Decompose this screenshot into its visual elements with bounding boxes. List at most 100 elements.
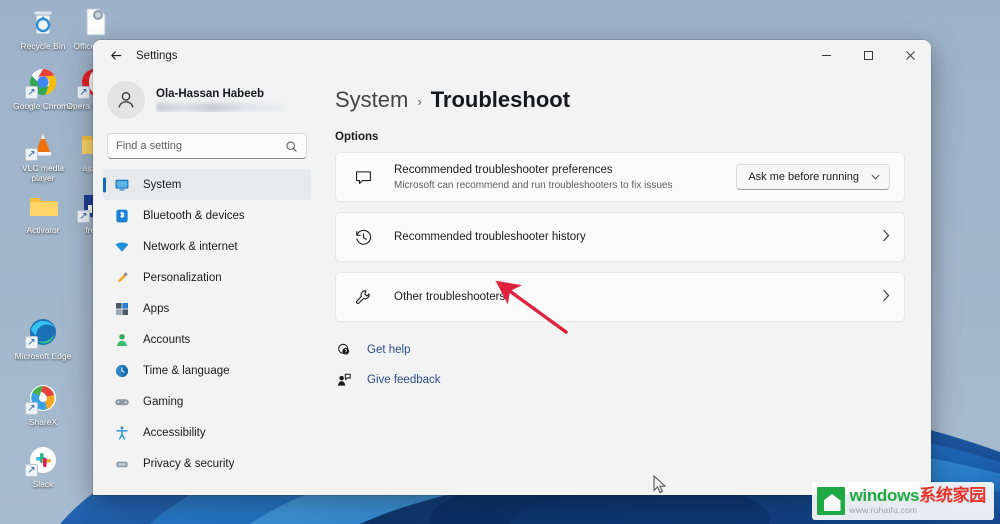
window-titlebar: Settings bbox=[93, 40, 931, 71]
sidebar-item-network-internet[interactable]: Network & internet bbox=[103, 231, 311, 262]
shortcut-arrow-icon: ↗ bbox=[25, 402, 38, 415]
sidebar-item-gaming[interactable]: Gaming bbox=[103, 386, 311, 417]
dropdown-value: Ask me before running bbox=[748, 171, 859, 183]
desktop-icon-label: ShareX bbox=[28, 417, 58, 427]
breadcrumb-parent[interactable]: System bbox=[335, 87, 408, 113]
watermark-logo-icon bbox=[816, 487, 845, 515]
card-subtitle: Microsoft can recommend and run troubles… bbox=[394, 179, 673, 191]
clock-globe-icon bbox=[113, 362, 131, 380]
monitor-icon bbox=[113, 176, 131, 194]
profile-name: Ola-Hassan Habeeb bbox=[156, 88, 265, 100]
shortcut-arrow-icon: ↗ bbox=[25, 336, 38, 349]
sidebar: Ola-Hassan Habeeb Find a setting System … bbox=[93, 71, 317, 495]
paintbrush-icon bbox=[113, 269, 131, 287]
profile-email-redacted bbox=[156, 103, 286, 112]
shortcut-arrow-icon: ↗ bbox=[25, 86, 38, 99]
minimize-button[interactable] bbox=[805, 40, 847, 71]
give-feedback-link[interactable]: Give feedback bbox=[335, 368, 905, 392]
desktop: Recycle Bin Office 2019 ↗ Google Chrome bbox=[0, 0, 1000, 524]
maximize-button[interactable] bbox=[847, 40, 889, 71]
search-box[interactable] bbox=[107, 133, 307, 159]
help-links: Get help Give feedback bbox=[335, 338, 905, 392]
watermark-url: www.ruhaifu.com bbox=[849, 505, 918, 516]
recommended-troubleshooter-preferences-dropdown[interactable]: Ask me before running bbox=[736, 164, 890, 190]
sidebar-item-label: System bbox=[143, 178, 182, 191]
chevron-right-icon bbox=[882, 229, 890, 245]
breadcrumb: System › Troubleshoot bbox=[335, 87, 905, 113]
settings-window: Settings Ola-Hassan Habeeb Find a settin… bbox=[93, 40, 931, 495]
folder-icon bbox=[27, 190, 59, 222]
chevron-right-icon bbox=[882, 289, 890, 305]
sidebar-item-label: Gaming bbox=[143, 395, 184, 408]
sidebar-item-personalization[interactable]: Personalization bbox=[103, 262, 311, 293]
window-body: Ola-Hassan Habeeb Find a setting System … bbox=[93, 71, 931, 495]
search-icon bbox=[286, 140, 297, 152]
microsoft-edge-icon: ↗ bbox=[25, 316, 59, 349]
desktop-icon-label: Slack bbox=[32, 479, 54, 489]
sidebar-item-privacy-security[interactable]: Privacy & security bbox=[103, 448, 311, 479]
window-title: Settings bbox=[136, 49, 178, 62]
shield-lock-icon bbox=[113, 455, 131, 473]
wrench-icon bbox=[352, 286, 374, 308]
apps-icon bbox=[113, 300, 131, 318]
sidebar-item-label: Network & internet bbox=[143, 240, 238, 253]
shortcut-arrow-icon: ↗ bbox=[77, 210, 90, 223]
recycle-bin-icon bbox=[27, 6, 59, 38]
card-recommended-troubleshooter-preferences[interactable]: Recommended troubleshooter preferences M… bbox=[335, 152, 905, 202]
back-button[interactable] bbox=[101, 44, 131, 68]
watermark: windows系统家园 www.ruhaifu.com bbox=[811, 482, 994, 520]
card-title: Recommended troubleshooter history bbox=[394, 231, 586, 243]
desktop-icon-label: Microsoft Edge bbox=[14, 351, 72, 361]
watermark-brand-cn: 系统家园 bbox=[919, 486, 986, 506]
shortcut-arrow-icon: ↗ bbox=[77, 86, 90, 99]
content-pane: System › Troubleshoot Options Recommende… bbox=[317, 71, 931, 495]
user-profile[interactable]: Ola-Hassan Habeeb bbox=[103, 71, 311, 127]
shortcut-arrow-icon: ↗ bbox=[25, 148, 38, 161]
search-input[interactable] bbox=[116, 140, 285, 152]
get-help-icon bbox=[335, 341, 353, 359]
window-controls bbox=[805, 40, 931, 71]
sidebar-item-apps[interactable]: Apps bbox=[103, 293, 311, 324]
sidebar-item-bluetooth-devices[interactable]: Bluetooth & devices bbox=[103, 200, 311, 231]
desktop-icon-microsoft-edge[interactable]: ↗ Microsoft Edge bbox=[10, 316, 76, 361]
accessibility-icon bbox=[113, 424, 131, 442]
office-document-icon bbox=[79, 6, 111, 38]
get-help-link[interactable]: Get help bbox=[335, 338, 905, 362]
sidebar-item-label: Accessibility bbox=[143, 426, 206, 439]
person-icon bbox=[113, 331, 131, 349]
link-label: Get help bbox=[367, 344, 411, 356]
sharex-icon: ↗ bbox=[25, 382, 59, 415]
desktop-icon-slack[interactable]: ↗ Slack bbox=[10, 444, 76, 489]
card-title: Other troubleshooters bbox=[394, 291, 506, 303]
sidebar-item-accessibility[interactable]: Accessibility bbox=[103, 417, 311, 448]
watermark-brand-en: windows bbox=[849, 486, 920, 506]
bluetooth-icon bbox=[113, 207, 131, 225]
slack-icon: ↗ bbox=[25, 444, 59, 477]
give-feedback-icon bbox=[335, 371, 353, 389]
close-button[interactable] bbox=[889, 40, 931, 71]
chevron-down-icon bbox=[871, 172, 880, 182]
gamepad-icon bbox=[113, 393, 131, 411]
sidebar-item-label: Bluetooth & devices bbox=[143, 209, 245, 222]
sidebar-item-time-language[interactable]: Time & language bbox=[103, 355, 311, 386]
page-title: Troubleshoot bbox=[430, 87, 571, 112]
sidebar-item-label: Privacy & security bbox=[143, 457, 235, 470]
sidebar-item-label: Accounts bbox=[143, 333, 191, 346]
sidebar-item-label: Apps bbox=[143, 302, 170, 315]
shortcut-arrow-icon: ↗ bbox=[25, 464, 38, 477]
google-chrome-icon: ↗ bbox=[25, 66, 59, 99]
section-label: Options bbox=[335, 131, 379, 143]
sidebar-item-label: Personalization bbox=[143, 271, 222, 284]
history-clock-icon bbox=[352, 226, 374, 248]
avatar bbox=[107, 81, 145, 119]
breadcrumb-separator-icon: › bbox=[417, 93, 422, 109]
card-other-troubleshooters[interactable]: Other troubleshooters bbox=[335, 272, 905, 322]
sidebar-item-label: Time & language bbox=[143, 364, 230, 377]
card-recommended-troubleshooter-history[interactable]: Recommended troubleshooter history bbox=[335, 212, 905, 262]
desktop-icon-sharex[interactable]: ↗ ShareX bbox=[10, 382, 76, 427]
sidebar-item-accounts[interactable]: Accounts bbox=[103, 324, 311, 355]
card-title: Recommended troubleshooter preferences bbox=[394, 163, 613, 176]
sidebar-item-system[interactable]: System bbox=[103, 169, 311, 200]
vlc-media-player-icon: ↗ bbox=[25, 128, 59, 161]
link-label: Give feedback bbox=[367, 374, 441, 386]
